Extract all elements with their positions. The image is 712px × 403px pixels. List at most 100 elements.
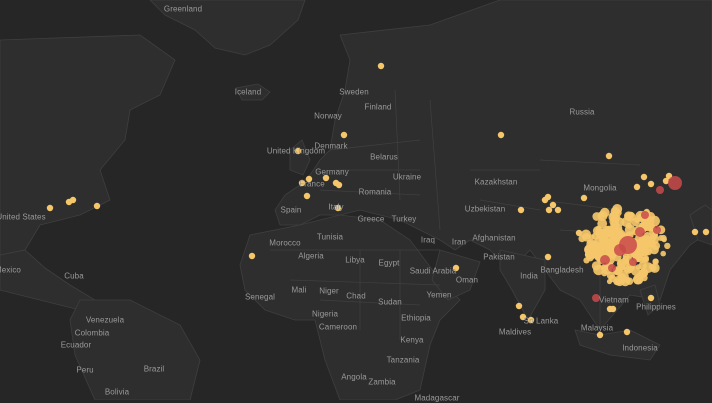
data-point: [618, 273, 627, 282]
data-point: [653, 226, 661, 234]
label-libya: Libya: [345, 255, 365, 265]
label-brazil: Brazil: [143, 364, 165, 374]
label-bangladesh: Bangladesh: [540, 265, 584, 275]
label-egypt: Egypt: [378, 258, 400, 268]
label-peru: Peru: [76, 365, 94, 375]
data-point: [702, 228, 710, 236]
data-point: [583, 257, 590, 264]
world-map[interactable]: [0, 0, 712, 400]
data-point: [600, 207, 610, 218]
data-point: [303, 192, 311, 200]
label-cameroon: Cameroon: [318, 322, 358, 332]
data-point: [605, 152, 613, 160]
data-point: [544, 253, 552, 261]
label-nigeria: Nigeria: [311, 309, 339, 319]
data-point: [629, 258, 637, 266]
label-uzbekistan: Uzbekistan: [464, 204, 506, 214]
data-point: [633, 274, 643, 285]
data-point: [622, 259, 630, 267]
label-ethiopia: Ethiopia: [401, 313, 431, 323]
label-philippines: Philippines: [636, 302, 676, 312]
data-point: [541, 196, 549, 204]
label-oman: Oman: [455, 275, 479, 285]
label-germany: Germany: [315, 167, 349, 177]
data-point: [515, 302, 523, 310]
data-point: [497, 131, 505, 139]
label-romania: Romania: [358, 187, 392, 197]
data-point: [600, 255, 610, 265]
data-point: [580, 194, 588, 202]
label-russia: Russia: [569, 107, 595, 117]
label-greenland: Greenland: [163, 4, 203, 14]
label-sri-lanka: Sri Lanka: [523, 316, 559, 326]
label-kenya: Kenya: [400, 335, 424, 345]
label-madagascar: Madagascar: [414, 393, 460, 403]
label-mexico: Mexico: [0, 265, 21, 275]
label-zambia: Zambia: [368, 377, 396, 387]
label-tanzania: Tanzania: [386, 355, 420, 365]
label-norway: Norway: [314, 111, 342, 121]
label-iceland: Iceland: [234, 87, 262, 97]
label-yemen: Yemen: [426, 290, 452, 300]
data-point: [601, 269, 608, 277]
data-point: [625, 277, 634, 285]
label-angola: Angola: [341, 372, 367, 382]
label-greece: Greece: [357, 214, 385, 224]
data-point: [340, 131, 348, 139]
label-venezuela: Venezuela: [85, 315, 125, 325]
label-kazakhstan: Kazakhstan: [474, 177, 518, 187]
label-spain: Spain: [280, 205, 302, 215]
data-point: [517, 206, 525, 214]
data-point: [549, 201, 557, 209]
data-point: [93, 202, 101, 210]
data-point: [609, 211, 618, 220]
label-mali: Mali: [291, 285, 307, 295]
data-point: [635, 227, 645, 237]
label-maldives: Maldives: [498, 327, 532, 337]
data-point: [668, 176, 682, 190]
data-point: [649, 234, 659, 245]
label-sudan: Sudan: [378, 297, 402, 307]
data-point: [606, 278, 613, 285]
label-bolivia: Bolivia: [104, 387, 130, 397]
label-cuba: Cuba: [64, 271, 84, 281]
data-point: [661, 236, 667, 243]
data-point: [46, 204, 54, 212]
label-united-states: United States: [0, 212, 46, 222]
label-saudi-arabia: Saudi Arabia: [409, 266, 457, 276]
data-point: [641, 211, 649, 219]
label-sweden: Sweden: [339, 87, 369, 97]
label-finland: Finland: [364, 102, 392, 112]
data-point: [595, 225, 602, 231]
label-italy: Italy: [328, 202, 344, 212]
data-point: [614, 244, 626, 256]
data-point: [624, 212, 633, 221]
label-colombia: Colombia: [74, 328, 110, 338]
data-point: [248, 252, 256, 260]
label-belarus: Belarus: [370, 152, 398, 162]
data-point: [647, 180, 655, 188]
label-afghanistan: Afghanistan: [472, 233, 516, 243]
data-point: [596, 331, 604, 339]
data-point: [554, 206, 562, 214]
label-tunisia: Tunisia: [316, 232, 344, 242]
data-point: [640, 173, 648, 181]
data-point: [585, 251, 591, 257]
label-iran: Iran: [451, 237, 467, 247]
label-ecuador: Ecuador: [60, 340, 92, 350]
data-point: [664, 242, 671, 250]
data-point: [377, 62, 385, 70]
data-point: [647, 294, 655, 302]
data-point: [592, 212, 602, 221]
label-morocco: Morocco: [269, 238, 301, 248]
data-point: [608, 264, 616, 272]
label-indonesia: Indonesia: [622, 343, 658, 353]
data-point: [335, 181, 343, 189]
data-point: [623, 328, 631, 336]
label-mongolia: Mongolia: [583, 183, 617, 193]
label-india: India: [520, 271, 538, 281]
label-senegal: Senegal: [244, 292, 276, 302]
data-point: [656, 186, 664, 194]
label-chad: Chad: [346, 291, 366, 301]
data-point: [633, 183, 641, 191]
